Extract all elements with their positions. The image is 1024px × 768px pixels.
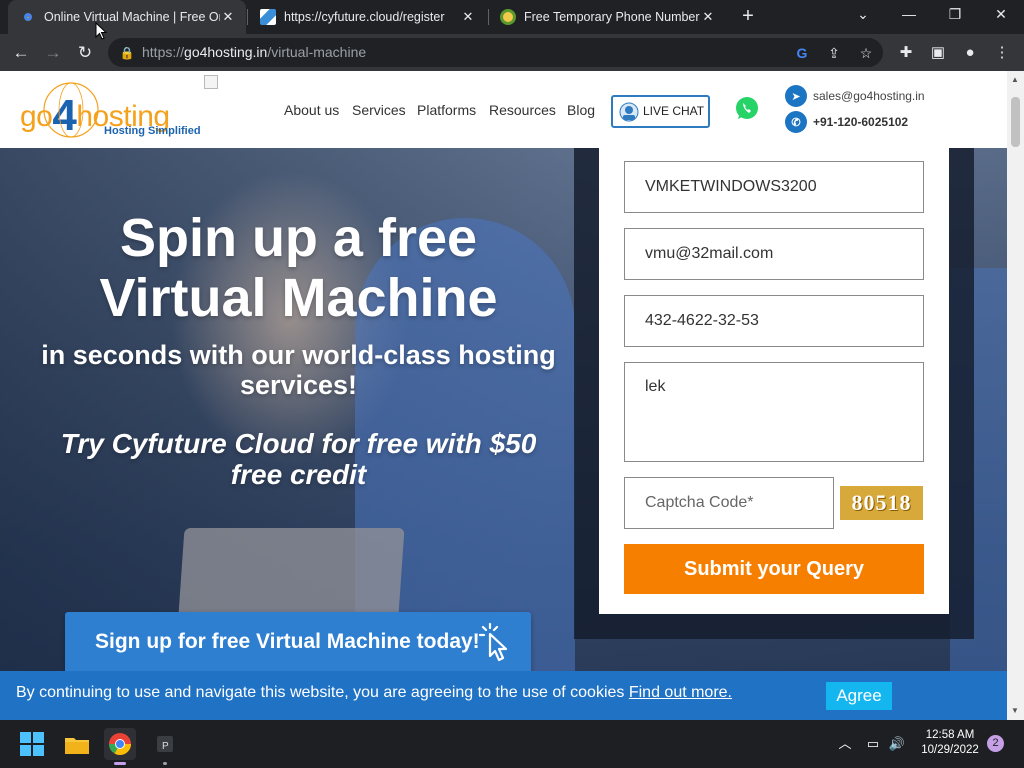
page-scrollbar[interactable]: ▲ ▼ [1007,71,1024,720]
minimize-button[interactable]: — [886,0,932,30]
email-field[interactable]: vmu@32mail.com [624,228,924,280]
bookmark-star-icon[interactable]: ☆ [856,43,876,63]
close-window-button[interactable]: ✕ [978,0,1024,30]
url-path: /virtual-machine [267,44,367,60]
app-p-icon[interactable]: P [149,728,181,765]
signup-vm-button[interactable]: Sign up for free Virtual Machine today! [65,612,531,674]
hero-offer: Try Cyfuture Cloud for free with $50 fre… [60,428,537,491]
lock-icon[interactable]: 🔒 [117,43,137,63]
hero-section: Spin up a free Virtual Machine in second… [0,148,1007,720]
running-app-indicator [163,762,167,765]
address-bar[interactable]: 🔒 https://go4hosting.in/virtual-machine … [108,38,883,67]
enquiry-form: VMKETWINDOWS3200 vmu@32mail.com 432-4622… [599,148,949,614]
hero-headline: Spin up a free Virtual Machine [99,208,498,329]
tab-title: Free Temporary Phone Numbers [524,10,700,24]
captcha-input[interactable]: Captcha Code* [624,477,834,529]
forward-button[interactable]: → [40,40,66,66]
volume-icon[interactable]: 🔊 [888,735,906,753]
phone-icon: ✆ [785,111,807,133]
cookie-banner: By continuing to use and navigate this w… [0,671,1007,720]
hero-subheadline: in seconds with our world-class hosting … [41,340,556,401]
nav-about-us[interactable]: About us [284,102,339,118]
tab-separator [247,9,248,25]
google-icon[interactable]: G [792,43,812,63]
active-app-indicator [114,762,126,765]
click-pointer-icon [478,622,508,662]
tab-title: Online Virtual Machine | Free Onl [44,10,220,24]
close-tab-icon[interactable]: ✕ [460,9,476,25]
windows-taskbar: P ︿ ▭ 🔊 12:58 AM 10/29/2022 2 [0,720,1024,768]
share-icon[interactable]: ⇪ [824,43,844,63]
name-field[interactable]: VMKETWINDOWS3200 [624,161,924,213]
captcha-image: 80518 [840,486,923,520]
site-header: go4hosting Hosting Simplified About us S… [0,71,1007,148]
chrome-favicon-icon [20,9,36,25]
contact-phone[interactable]: ✆ +91-120-6025102 [785,111,908,133]
nav-blog[interactable]: Blog [567,102,595,118]
side-panel-icon[interactable]: ▣ [927,42,949,64]
page-viewport: go4hosting Hosting Simplified About us S… [0,71,1024,720]
contact-email[interactable]: ➤ sales@go4hosting.in [785,85,925,107]
profile-icon[interactable]: ● [959,42,981,64]
nav-platforms[interactable]: Platforms [417,102,476,118]
extensions-icon[interactable]: ✚ [895,42,917,64]
browser-tab-bar: Online Virtual Machine | Free Onl ✕ http… [0,0,1024,34]
mouse-cursor-icon [95,22,107,40]
cookie-message: By continuing to use and navigate this w… [16,684,732,701]
scroll-down-icon[interactable]: ▼ [1011,706,1019,715]
message-field[interactable]: lek [624,362,924,462]
file-explorer-icon[interactable] [61,728,93,760]
system-clock[interactable]: 12:58 AM 10/29/2022 [908,728,992,758]
clock-date: 10/29/2022 [921,744,979,756]
email-text: sales@go4hosting.in [813,89,925,103]
site-favicon-icon [500,9,516,25]
logo-globe-icon [43,82,99,138]
scrollbar-thumb[interactable] [1011,97,1020,147]
chrome-taskbar-icon[interactable] [104,728,136,765]
tab-cyfuture-register[interactable]: https://cyfuture.cloud/register ✕ [248,0,486,34]
phone-field[interactable]: 432-4622-32-53 [624,295,924,347]
scroll-up-icon[interactable]: ▲ [1011,75,1019,84]
broken-image-icon [204,75,218,89]
telegram-icon: ➤ [785,85,807,107]
whatsapp-icon[interactable] [734,95,760,121]
network-icon[interactable]: ▭ [864,735,882,753]
live-chat-label: LIVE CHAT [643,104,705,118]
logo-tagline: Hosting Simplified [104,125,201,137]
new-tab-button[interactable]: + [736,5,760,29]
tab-search-icon[interactable]: ⌄ [840,0,886,30]
windows-start-icon[interactable] [16,728,48,760]
url-text[interactable]: https://go4hosting.in/virtual-machine [142,38,366,67]
find-out-more-link[interactable]: Find out more. [629,684,732,701]
back-button[interactable]: ← [8,40,34,66]
live-chat-button[interactable]: LIVE CHAT [611,95,710,128]
submit-query-button[interactable]: Submit your Query [624,544,924,594]
tab-online-virtual-machine[interactable]: Online Virtual Machine | Free Onl ✕ [8,0,246,34]
phone-text: +91-120-6025102 [813,115,909,129]
clock-time: 12:58 AM [925,729,975,741]
reload-button[interactable]: ↻ [72,40,98,66]
url-host: go4hosting.in [184,44,268,60]
tab-temporary-phone-numbers[interactable]: Free Temporary Phone Numbers ✕ [488,0,726,34]
chat-agent-icon [619,102,639,122]
url-scheme: https:// [142,44,185,60]
tab-title: https://cyfuture.cloud/register [284,10,445,24]
close-tab-icon[interactable]: ✕ [220,9,236,25]
agree-button[interactable]: Agree [826,682,892,710]
tray-overflow-icon[interactable]: ︿ [836,735,854,753]
go4hosting-logo[interactable]: go4hosting Hosting Simplified [20,79,220,141]
notification-badge[interactable]: 2 [987,735,1004,752]
menu-icon[interactable]: ⋮ [991,42,1013,64]
close-tab-icon[interactable]: ✕ [700,9,716,25]
svg-text:P: P [162,741,169,752]
site-favicon-icon [260,9,276,25]
signup-vm-label: Sign up for free Virtual Machine today! [95,630,480,653]
restore-button[interactable]: ❐ [932,0,978,30]
nav-services[interactable]: Services [352,102,406,118]
nav-resources[interactable]: Resources [489,102,556,118]
browser-toolbar: ← → ↻ 🔒 https://go4hosting.in/virtual-ma… [0,34,1024,71]
